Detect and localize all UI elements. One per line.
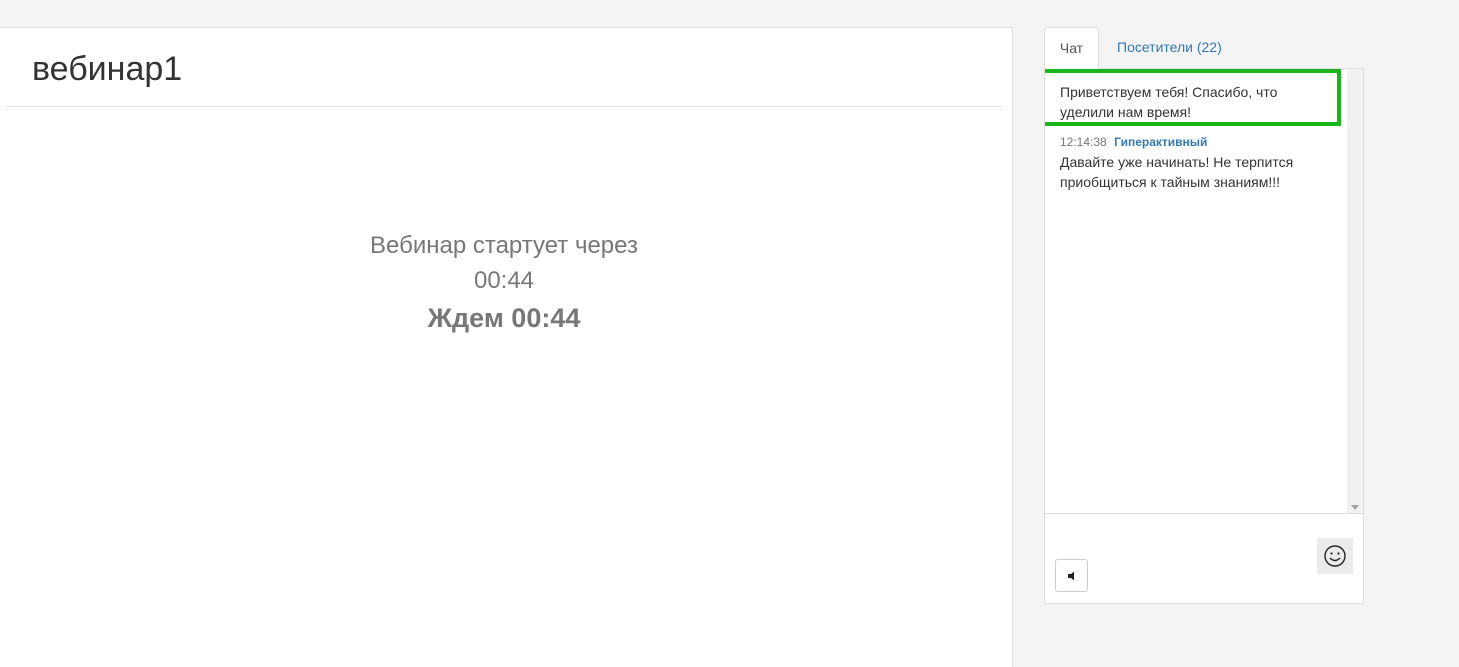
tab-chat[interactable]: Чат <box>1044 27 1099 69</box>
tab-visitors[interactable]: Посетители (22) <box>1117 27 1222 68</box>
title-divider <box>5 106 1003 107</box>
message-time: 12:14:38 <box>1060 135 1107 149</box>
scroll-down-arrow-icon[interactable] <box>1351 505 1359 510</box>
emoji-button[interactable] <box>1317 538 1353 574</box>
page-title: вебинар1 <box>32 50 183 88</box>
countdown-wait-text: Ждем 00:44 <box>427 303 581 333</box>
message-text: Давайте уже начинать! Не терпится приобщ… <box>1060 154 1294 190</box>
countdown-time: 00:44 <box>473 267 535 294</box>
speaker-icon <box>1067 571 1074 580</box>
chat-input-area[interactable] <box>1045 513 1363 603</box>
countdown-label: Вебинар стартует через <box>370 232 638 259</box>
message-author[interactable]: Гиперактивный <box>1114 135 1207 149</box>
tabs: Чат Посетители (22) <box>1044 27 1364 69</box>
countdown: Вебинар стартует через 00:44 Ждем 00:44 <box>0 228 1008 338</box>
highlight-box <box>1045 69 1341 126</box>
chat-messages[interactable]: Приветствуем тебя! Спасибо, что уделили … <box>1045 69 1347 513</box>
chat-message: 12:14:38 Гиперактивный Давайте уже начин… <box>1060 134 1330 192</box>
chat-scrollbar[interactable] <box>1347 69 1363 513</box>
message-meta: 12:14:38 Гиперактивный <box>1060 134 1330 150</box>
sound-button[interactable] <box>1055 559 1088 592</box>
main-panel: вебинар1 Вебинар стартует через 00:44 Жд… <box>0 27 1013 667</box>
chat-box: Приветствуем тебя! Спасибо, что уделили … <box>1044 68 1364 604</box>
smiley-icon <box>1324 545 1346 567</box>
side-panel: Чат Посетители (22) Приветствуем тебя! С… <box>1044 27 1364 604</box>
